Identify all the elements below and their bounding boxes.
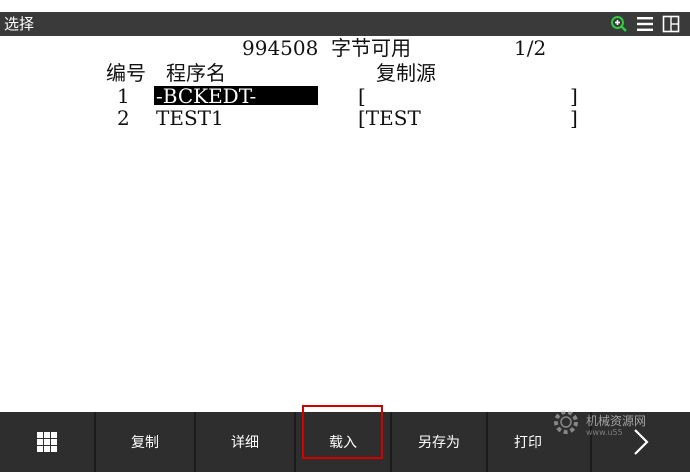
bytes-free-value: 994508 [242, 36, 319, 60]
load-button[interactable]: 载入 [296, 412, 392, 472]
title-bar: 选择 [0, 12, 690, 36]
watermark: 机械资源网 www.u55 [548, 404, 668, 444]
page-indicator: 1/2 [514, 36, 547, 60]
program-name[interactable]: TEST1 [156, 107, 224, 129]
save-as-button[interactable]: 另存为 [392, 412, 488, 472]
copy-source-close-bracket: ] [570, 84, 578, 108]
zoom-in-icon[interactable] [610, 15, 628, 33]
teach-pendant-screen: 选择 994508 字节可用 1/2 编号 程序名 复制源 1 -BCKEDT-… [0, 0, 690, 472]
detail-button[interactable]: 详细 [196, 412, 296, 472]
gear-icon [554, 410, 578, 434]
row-number: 2 [117, 106, 130, 130]
column-header-name: 程序名 [166, 61, 226, 85]
watermark-url: www.u55 [586, 428, 623, 437]
program-list-panel: 994508 字节可用 1/2 编号 程序名 复制源 1 -BCKEDT- [ … [0, 36, 690, 412]
copy-source-value: [TEST [358, 106, 421, 130]
copy-button[interactable]: 复制 [96, 412, 196, 472]
copy-source-close-bracket: ] [570, 106, 578, 130]
program-row-selected[interactable]: -BCKEDT- [154, 84, 318, 108]
bytes-free-label: 字节可用 [331, 36, 411, 60]
copy-source-value: [ [358, 84, 366, 108]
window-icon[interactable] [662, 15, 680, 33]
row-number: 1 [117, 84, 130, 108]
column-header-number: 编号 [106, 61, 146, 85]
screen-title: 选择 [4, 15, 35, 33]
menu-icon[interactable] [636, 15, 654, 33]
grid-menu-button[interactable] [0, 412, 96, 472]
grid-icon [37, 432, 57, 452]
watermark-text: 机械资源网 [586, 414, 647, 428]
column-header-copy-source: 复制源 [376, 61, 436, 85]
program-name: -BCKEDT- [156, 84, 257, 108]
